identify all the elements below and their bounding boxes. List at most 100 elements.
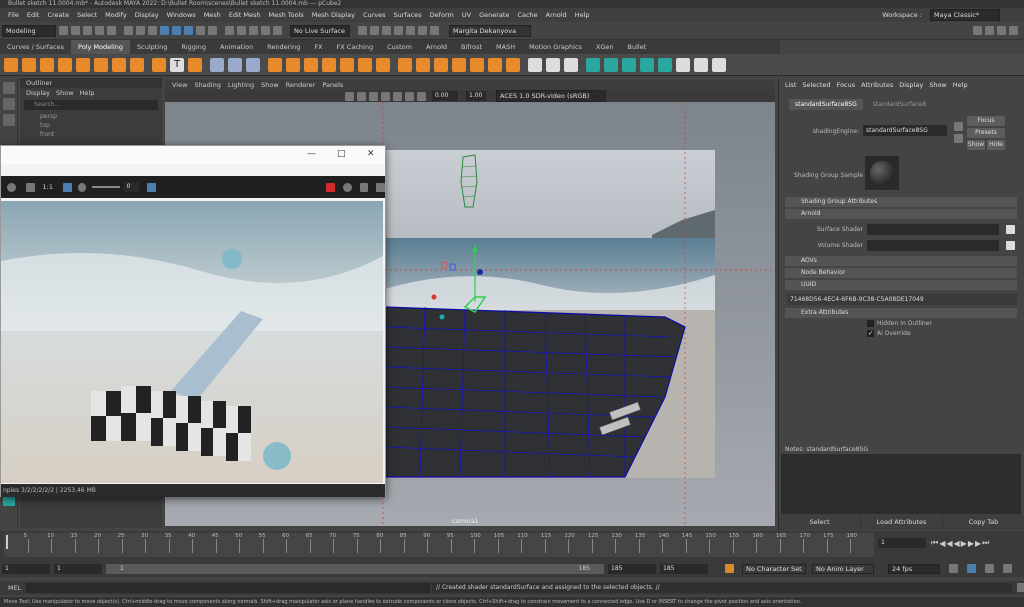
table-mesh[interactable] (365, 287, 695, 487)
menu-windows[interactable]: Windows (167, 11, 196, 19)
render-frame-icon[interactable] (370, 26, 379, 35)
shadows-icon[interactable] (393, 91, 402, 101)
render-view-icon[interactable] (418, 26, 427, 35)
viewport-menu-show[interactable]: Show (261, 81, 279, 89)
menu-curves[interactable]: Curves (363, 11, 386, 19)
stop-render-icon[interactable] (326, 182, 335, 192)
ae-menu-show[interactable]: Show (929, 81, 947, 89)
step-back-key-icon[interactable]: ◀ (939, 539, 945, 548)
loop-icon[interactable] (949, 564, 958, 573)
open-scene-icon[interactable] (71, 26, 80, 35)
step-forward-frame-icon[interactable]: ▶ (968, 539, 974, 548)
combine-icon[interactable] (210, 57, 224, 72)
volume-shader-map-icon[interactable] (1006, 241, 1015, 250)
hide-button[interactable]: Hide (987, 140, 1005, 150)
snap-view-icon[interactable] (261, 26, 270, 35)
end-time-field[interactable]: 185 (660, 564, 708, 574)
move-manipulator[interactable] (430, 242, 510, 332)
step-back-frame-icon[interactable]: ◀ (946, 539, 952, 548)
wireframe-icon[interactable] (345, 91, 354, 101)
menu-cache[interactable]: Cache (517, 11, 537, 19)
color-channel-icon[interactable] (147, 182, 157, 192)
poly-disc-icon[interactable] (112, 57, 126, 72)
outliner-item-persp[interactable]: persp (20, 112, 162, 121)
bevel-icon[interactable] (322, 57, 336, 72)
select-component-icon[interactable] (148, 26, 157, 35)
menu-mesh-tools[interactable]: Mesh Tools (269, 11, 304, 19)
go-to-end-icon[interactable]: ⏭ (982, 538, 989, 548)
cleanup-icon[interactable] (658, 57, 672, 72)
menu-deform[interactable]: Deform (430, 11, 454, 19)
mask-vertex-icon[interactable] (172, 26, 181, 35)
render-settings-icon[interactable] (394, 26, 403, 35)
toggle-channel-box-icon[interactable] (1009, 26, 1018, 35)
live-surface-field[interactable]: No Live Surface (290, 24, 350, 37)
mirror-icon[interactable] (506, 57, 520, 72)
frame-icon[interactable] (62, 182, 72, 192)
ae-menu-attributes[interactable]: Attributes (861, 81, 893, 89)
checker-icon[interactable] (676, 57, 690, 72)
snap-surface-icon[interactable] (273, 26, 282, 35)
playhead[interactable] (6, 535, 8, 549)
target-weld-icon[interactable] (416, 57, 430, 72)
shelf-tab-xgen[interactable]: XGen (589, 40, 621, 54)
exposure-field[interactable]: 0.00 (432, 91, 458, 101)
playback-start-field[interactable]: 1 (54, 564, 102, 574)
step-forward-key-icon[interactable]: ▶ (975, 539, 981, 548)
menu-uv[interactable]: UV (462, 11, 471, 19)
toggle-tool-settings-icon[interactable] (997, 26, 1006, 35)
ae-menu-list[interactable]: List (785, 81, 796, 89)
refresh-icon[interactable] (342, 182, 352, 192)
snap-grid-icon[interactable] (225, 26, 234, 35)
poly-cylinder-icon[interactable] (40, 57, 54, 72)
ipr-icon[interactable] (359, 182, 369, 192)
volume-shader-field[interactable] (867, 240, 999, 251)
menu-generate[interactable]: Generate (479, 11, 509, 19)
surface-shader-field[interactable] (867, 224, 999, 235)
outliner-item-front[interactable]: front (20, 130, 162, 139)
separate-icon[interactable] (228, 57, 242, 72)
shelf-tab-animation[interactable]: Animation (213, 40, 260, 54)
boolean-icon[interactable] (268, 57, 282, 72)
start-time-field[interactable]: 1 (2, 564, 50, 574)
fill-hole-icon[interactable] (340, 57, 354, 72)
exposure-slider[interactable] (92, 186, 120, 188)
shelf-tab-fx-caching[interactable]: FX Caching (330, 40, 381, 54)
shelf-tab-sculpting[interactable]: Sculpting (130, 40, 174, 54)
merge-icon[interactable] (358, 57, 372, 72)
poly-plane-icon[interactable] (94, 57, 108, 72)
paint-select-tool-icon[interactable] (3, 114, 15, 126)
toggle-modeling-toolkit-icon[interactable] (973, 26, 982, 35)
color-space-select[interactable]: ACES 1.0 SDR-video (sRGB) (496, 90, 606, 102)
menu-edit[interactable]: Edit (27, 11, 40, 19)
minimize-button[interactable]: — (307, 149, 316, 159)
section-arnold[interactable]: Arnold (785, 209, 1017, 219)
show-button[interactable]: Show (967, 140, 985, 150)
viewport-menu-lighting[interactable]: Lighting (228, 81, 254, 89)
outliner-item-top[interactable]: top (20, 121, 162, 130)
sound-icon[interactable] (967, 564, 976, 573)
quad-draw-icon[interactable] (586, 57, 600, 72)
auto-uv-icon[interactable] (564, 57, 578, 72)
extrude-icon[interactable] (286, 57, 300, 72)
menu-mesh-display[interactable]: Mesh Display (312, 11, 355, 19)
new-scene-icon[interactable] (59, 26, 68, 35)
menu-modify[interactable]: Modify (105, 11, 127, 19)
anim-layer-select[interactable]: No Anim Layer (812, 564, 874, 574)
mask-edge-icon[interactable] (184, 26, 193, 35)
ae-menu-help[interactable]: Help (953, 81, 968, 89)
copy-tab-button[interactable]: Copy Tab (943, 514, 1024, 530)
select-button[interactable]: Select (779, 514, 861, 530)
playback-end-field[interactable]: 185 (608, 564, 656, 574)
circularize-icon[interactable] (470, 57, 484, 72)
workspace-select[interactable]: Maya Classic* (930, 9, 1000, 21)
sculpt-icon[interactable] (604, 57, 618, 72)
isolate-select-icon[interactable] (405, 91, 414, 101)
shelf-tab-custom[interactable]: Custom (380, 40, 419, 54)
menu-help[interactable]: Help (575, 11, 590, 19)
svg-tool-icon[interactable] (188, 57, 202, 72)
play-backwards-icon[interactable]: ◀ (954, 539, 960, 548)
mask-uv-icon[interactable] (208, 26, 217, 35)
viewport-menu-renderer[interactable]: Renderer (286, 81, 316, 89)
anim-prefs-icon[interactable] (985, 564, 994, 573)
